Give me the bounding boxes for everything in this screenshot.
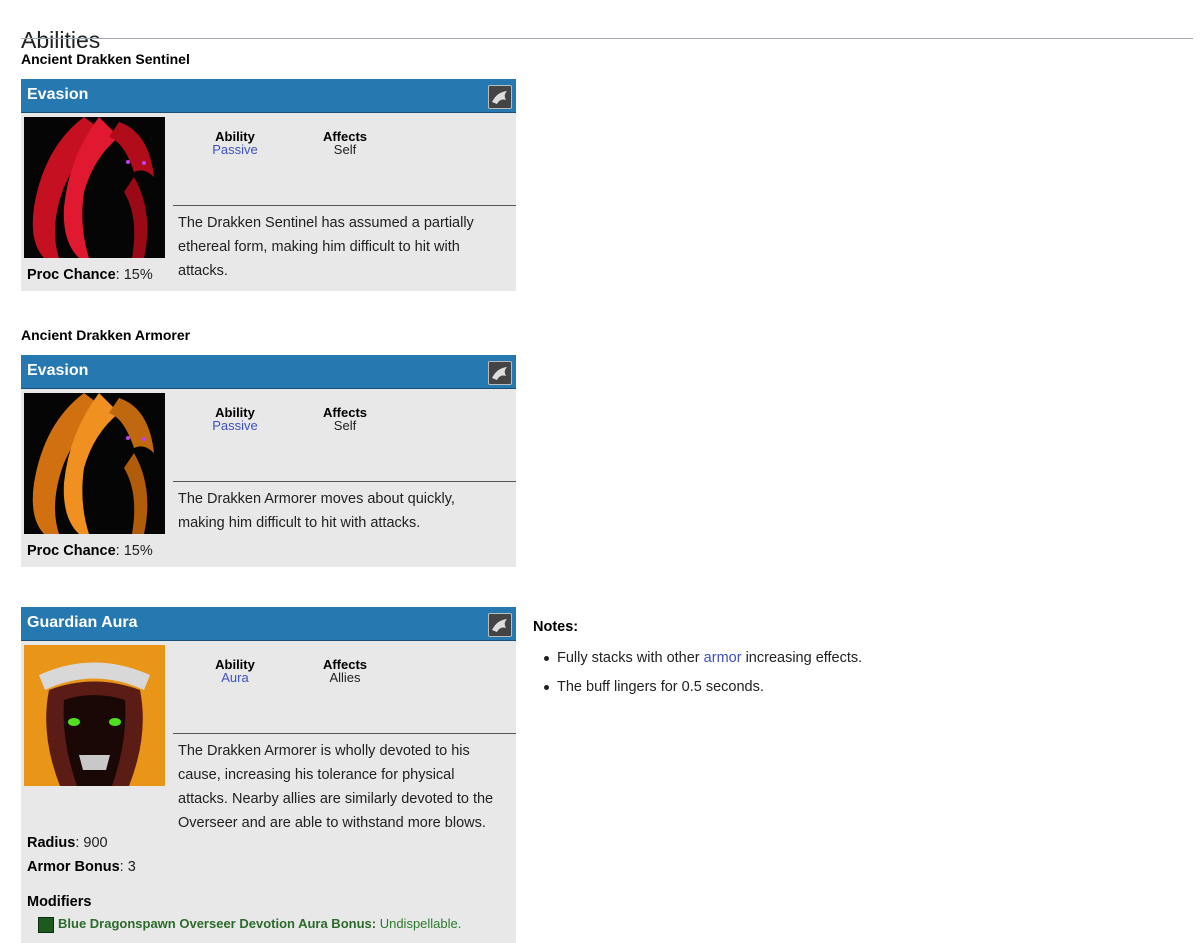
evasion-red-icon [24, 117, 165, 258]
ability-stats: Ability Aura Affects Allies [173, 641, 516, 734]
ability-affects: Affects Self [322, 405, 368, 433]
ability-affects: Affects Allies [322, 657, 368, 685]
ability-description: The Drakken Sentinel has assumed a parti… [178, 215, 474, 279]
ability-header: Guardian Aura [21, 607, 516, 641]
modifiers-heading: Modifiers [27, 894, 92, 910]
ability-description: The Drakken Armorer is wholly devoted to… [178, 743, 494, 831]
ability-type: Ability Aura [210, 658, 260, 684]
ability-type: Ability Passive [210, 130, 260, 156]
ability-property-armor-bonus: Armor Bonus: 3 [27, 859, 136, 875]
ability-header: Evasion [21, 79, 516, 113]
notes-heading: Notes: [533, 619, 579, 635]
ability-type-link[interactable]: Passive [210, 419, 260, 432]
note-item: The buff lingers for 0.5 seconds. [543, 678, 862, 707]
ability-box-sentinel-evasion: Evasion Ability Passive Affects Self The… [21, 79, 516, 291]
ability-box-armorer-evasion: Evasion Ability Passive Affects Self The… [21, 355, 516, 567]
modifier-icon [38, 916, 54, 933]
ability-description: The Drakken Armorer moves about quickly,… [178, 491, 455, 531]
unit-type-icon [488, 361, 512, 385]
ability-type-link[interactable]: Passive [210, 143, 260, 156]
ability-property-radius: Radius: 900 [27, 835, 108, 851]
unit-type-icon [488, 613, 512, 637]
ability-type-link[interactable]: Aura [210, 671, 260, 684]
modifier-row: Blue Dragonspawn Overseer Devotion Aura … [38, 916, 461, 933]
ability-stats: Ability Passive Affects Self [173, 389, 516, 482]
ability-title: Evasion [27, 362, 89, 379]
unit-type-icon [488, 85, 512, 109]
ability-stats: Ability Passive Affects Self [173, 113, 516, 206]
notes-list: Fully stacks with other armor increasing… [543, 649, 862, 707]
modifier-name: Blue Dragonspawn Overseer Devotion Aura … [58, 916, 377, 931]
heading-divider [21, 38, 1193, 39]
ability-property: Proc Chance: 15% [27, 267, 153, 283]
ability-title: Evasion [27, 86, 89, 103]
ability-type: Ability Passive [210, 406, 260, 432]
ability-property: Proc Chance: 15% [27, 543, 153, 559]
ability-box-guardian-aura: Guardian Aura Ability Aura Affects Allie… [21, 607, 516, 943]
ability-affects: Affects Self [322, 129, 368, 157]
bullet-icon [544, 656, 549, 661]
modifier-value: Undispellable. [376, 916, 462, 931]
unit-name-armorer: Ancient Drakken Armorer [21, 327, 191, 343]
ability-header: Evasion [21, 355, 516, 389]
armor-link[interactable]: armor [704, 650, 742, 666]
guardian-aura-icon [24, 645, 165, 786]
ability-title: Guardian Aura [27, 614, 138, 631]
bullet-icon [544, 685, 549, 690]
unit-name-sentinel: Ancient Drakken Sentinel [21, 51, 190, 67]
note-item: Fully stacks with other armor increasing… [543, 649, 862, 678]
evasion-orange-icon [24, 393, 165, 534]
